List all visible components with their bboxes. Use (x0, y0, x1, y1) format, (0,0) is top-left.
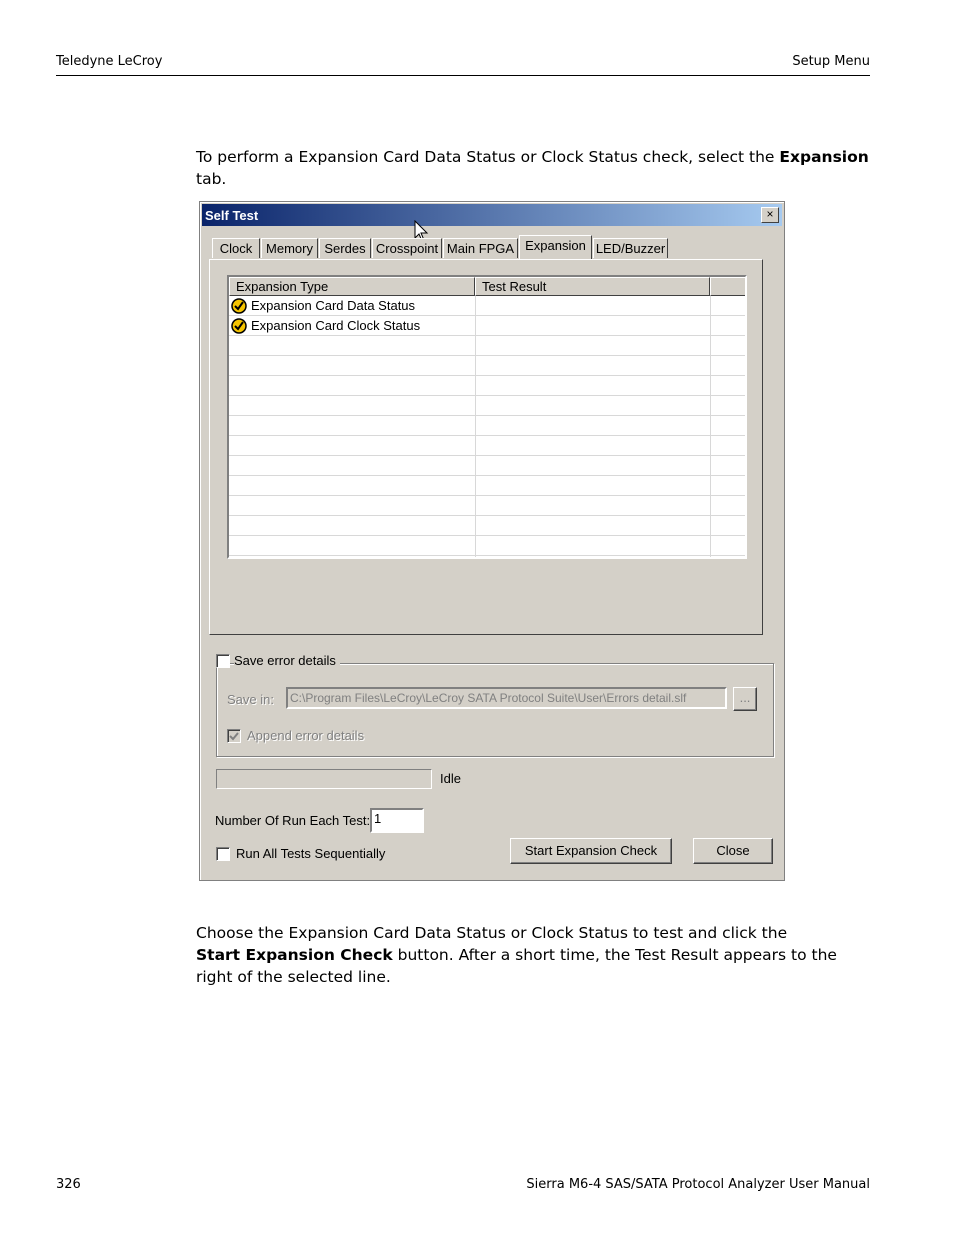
check-circle-icon (231, 298, 247, 314)
manual-title: Sierra M6-4 SAS/SATA Protocol Analyzer U… (526, 1177, 870, 1192)
save-in-label: Save in: (227, 692, 274, 707)
run-all-label: Run All Tests Sequentially (236, 846, 386, 861)
body-paragraph: Choose the Expansion Card Data Status or… (196, 924, 837, 986)
row-expansion-type: Expansion Card Clock Status (251, 318, 421, 333)
empty-row (229, 476, 745, 496)
run-count-input[interactable]: 1 (370, 808, 424, 833)
grid-header: Expansion Type Test Result (229, 277, 745, 296)
intro-paragraph: To perform a Expansion Card Data Status … (196, 148, 869, 188)
row-expansion-type: Expansion Card Data Status (251, 298, 416, 313)
empty-row (229, 396, 745, 416)
checkmark-icon (229, 732, 239, 741)
append-error-checkbox[interactable] (227, 729, 241, 743)
column-expansion-type[interactable]: Expansion Type (229, 277, 475, 296)
tab-crosspoint[interactable]: Crosspoint (372, 238, 442, 258)
check-circle-icon (231, 318, 247, 334)
header-section: Setup Menu (792, 54, 870, 69)
empty-row (229, 436, 745, 456)
status-text: Idle (440, 771, 461, 786)
test-grid[interactable]: Expansion Type Test Result Expansion Car… (227, 275, 747, 559)
table-row[interactable]: Expansion Card Clock Status (229, 316, 745, 336)
tab-led-buzzer[interactable]: LED/Buzzer (593, 238, 668, 258)
run-count-label: Number Of Run Each Test: (215, 813, 371, 828)
header-rule (56, 75, 870, 76)
run-all-checkbox[interactable] (216, 847, 230, 861)
column-spacer (710, 277, 745, 296)
close-button[interactable]: Close (693, 838, 773, 864)
browse-button[interactable]: ... (733, 687, 757, 711)
save-error-label: Save error details (234, 653, 340, 668)
header-company: Teledyne LeCroy (56, 54, 163, 69)
start-expansion-check-button[interactable]: Start Expansion Check (510, 838, 672, 864)
empty-row (229, 336, 745, 356)
column-test-result[interactable]: Test Result (475, 277, 710, 296)
table-row[interactable]: Expansion Card Data Status (229, 296, 745, 316)
empty-row (229, 356, 745, 376)
self-test-dialog: Self Test × Clock Memory Serdes Crosspoi… (199, 201, 785, 881)
dialog-title: Self Test (205, 208, 259, 223)
tab-main-fpga[interactable]: Main FPGA (443, 238, 518, 258)
empty-row (229, 496, 745, 516)
empty-row (229, 516, 745, 536)
empty-row (229, 376, 745, 396)
title-bar[interactable]: Self Test × (202, 204, 782, 226)
tab-memory[interactable]: Memory (261, 238, 318, 258)
tab-expansion[interactable]: Expansion (519, 235, 592, 259)
empty-row (229, 416, 745, 436)
close-icon[interactable]: × (761, 207, 779, 223)
page-number: 326 (56, 1177, 81, 1192)
empty-row (229, 456, 745, 476)
append-error-label: Append error details (247, 728, 365, 743)
save-path-field[interactable]: C:\Program Files\LeCroy\LeCroy SATA Prot… (286, 687, 727, 709)
empty-row (229, 536, 745, 556)
tab-serdes[interactable]: Serdes (319, 238, 371, 258)
tab-clock[interactable]: Clock (212, 238, 260, 258)
progress-bar (216, 769, 432, 789)
save-error-checkbox[interactable] (216, 654, 230, 668)
